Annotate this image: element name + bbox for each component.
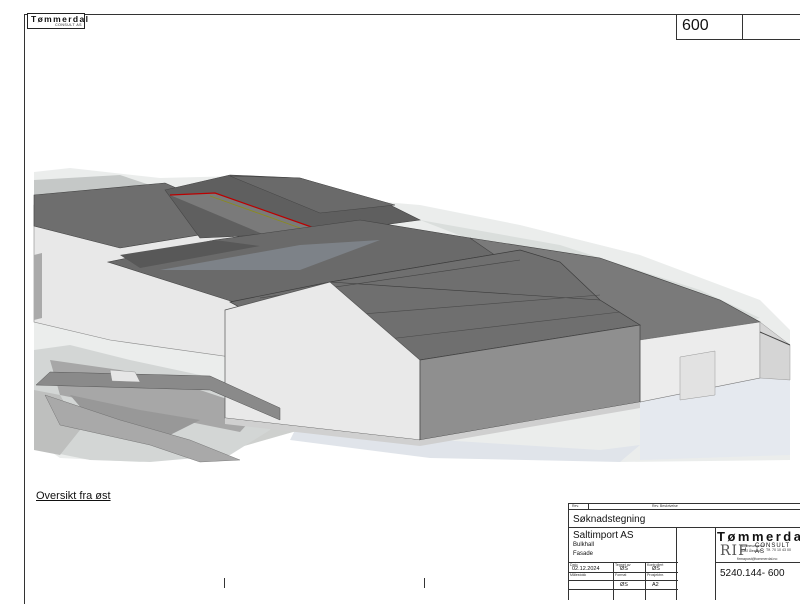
frame-tick (224, 578, 225, 588)
tb-col (613, 562, 614, 600)
date-value: 02.12.2024 (572, 566, 600, 572)
doc-type: Søknadstegning (573, 514, 646, 525)
tb-row (568, 580, 678, 581)
tb-border-top (568, 503, 800, 504)
label-project: Prosjektnr. (647, 573, 664, 577)
document-id: 5240.144- 600 (720, 568, 785, 579)
company-email: firmapost@tommerdal.no (737, 557, 778, 561)
drawn-by-value: ØS (620, 566, 628, 572)
tb-col (676, 527, 677, 600)
drawn-by-value-2: ØS (620, 582, 628, 588)
company-phone: Tlf. 70 10 43 00 (766, 548, 791, 552)
company-address: Notenesvegen 5 6002 Ålesund (741, 544, 764, 553)
frame-tick (424, 578, 425, 588)
view-caption: Oversikt fra øst (36, 490, 111, 502)
label-format: Format (615, 573, 627, 577)
view-name: Fasade (573, 551, 594, 557)
tb-col (715, 527, 716, 600)
client-name: Saltimport AS (573, 530, 634, 541)
tb-header-rev-desc: Rev. Beskrivelse (652, 504, 678, 508)
tb-row (568, 527, 800, 528)
tb-row (715, 562, 800, 563)
company-name: Tømmerdal (717, 529, 800, 544)
tb-row (568, 589, 678, 590)
tb-col (645, 562, 646, 600)
tb-header-rev: Rev. (572, 504, 579, 508)
checked-by-value: ØS (652, 566, 660, 572)
building-name: Bulkhall (573, 542, 595, 548)
tb-col (588, 503, 589, 509)
company-address-1: Notenesvegen 5 (741, 544, 765, 548)
label-scale: Målestokk (570, 573, 587, 577)
tb-border-left (568, 503, 569, 600)
format-value: A2 (652, 582, 659, 588)
company-address-2: 6002 Ålesund (741, 548, 761, 553)
building-render (33, 168, 791, 463)
tb-row (568, 509, 800, 510)
